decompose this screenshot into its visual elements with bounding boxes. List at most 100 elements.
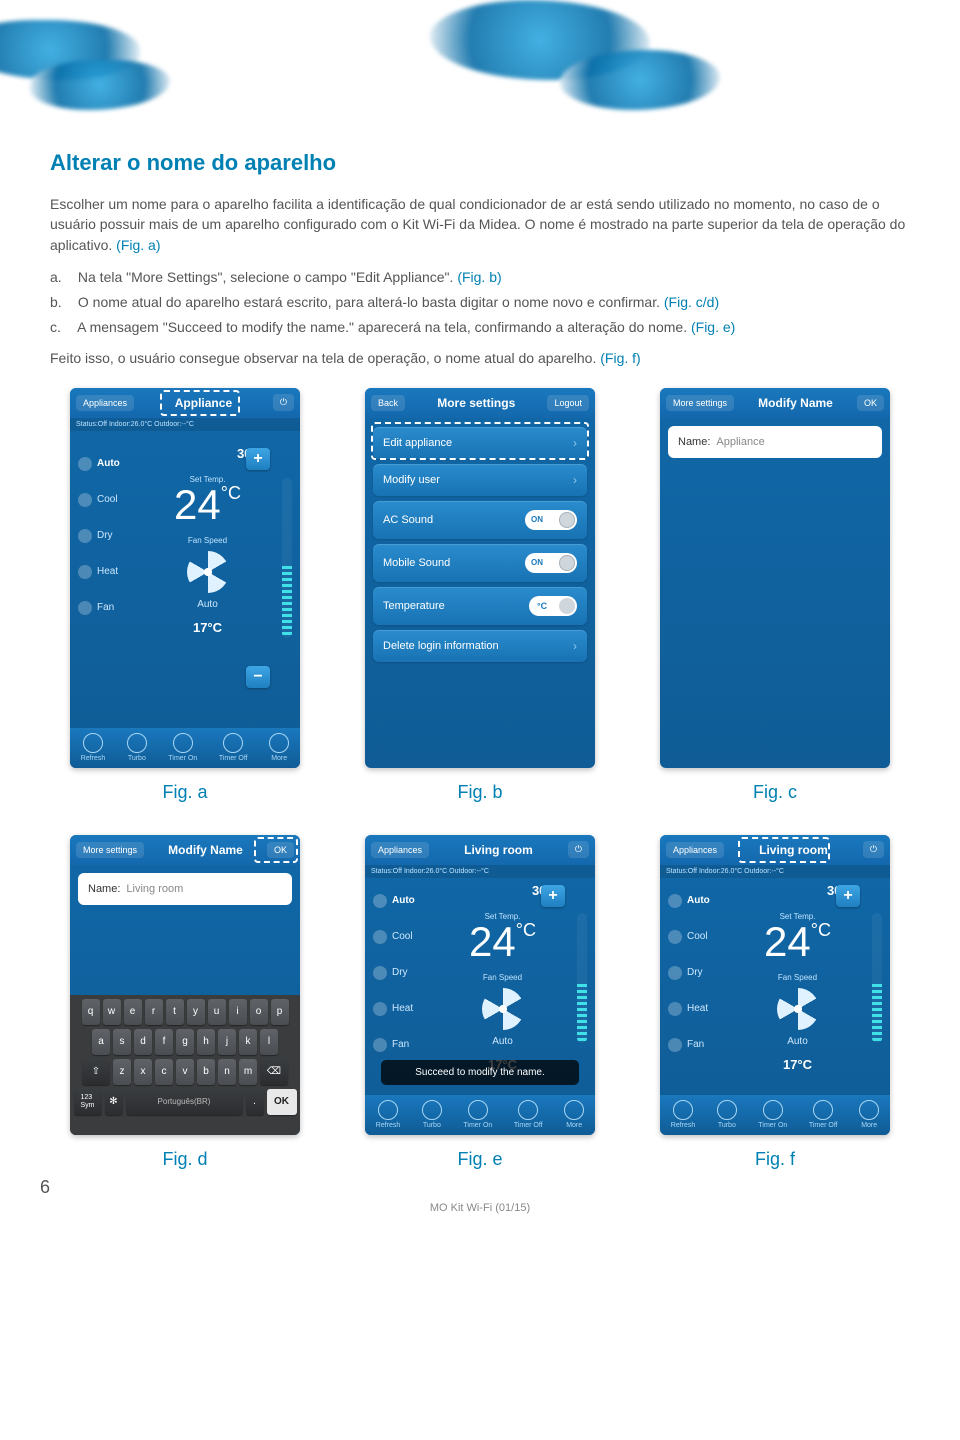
mode-cool[interactable]: Cool xyxy=(371,919,426,955)
back-more-settings-button[interactable]: More settings xyxy=(76,842,144,858)
temperature-item[interactable]: Temperature °C xyxy=(373,587,587,625)
key-j[interactable]: j xyxy=(218,1029,236,1055)
key-space[interactable]: Português(BR) xyxy=(126,1089,243,1115)
key-s[interactable]: s xyxy=(113,1029,131,1055)
timer-off-button[interactable]: Timer Off xyxy=(514,1100,543,1129)
name-input[interactable] xyxy=(716,436,872,448)
mode-heat[interactable]: Heat xyxy=(666,991,721,1027)
temp-up-button[interactable]: + xyxy=(246,448,270,470)
logout-button[interactable]: Logout xyxy=(547,395,589,411)
mode-dry[interactable]: Dry xyxy=(371,955,426,991)
key-h[interactable]: h xyxy=(197,1029,215,1055)
refresh-button[interactable]: Refresh xyxy=(671,1100,696,1129)
mode-dry[interactable]: Dry xyxy=(76,518,131,554)
temp-up-button[interactable]: + xyxy=(541,885,565,907)
mode-fan[interactable]: Fan xyxy=(666,1027,721,1063)
mode-auto[interactable]: Auto xyxy=(666,883,721,919)
edit-appliance-item[interactable]: Edit appliance › xyxy=(373,427,587,459)
more-button[interactable]: More xyxy=(859,1100,879,1129)
mode-auto[interactable]: Auto xyxy=(76,446,131,482)
key-u[interactable]: u xyxy=(208,999,226,1025)
key-g[interactable]: g xyxy=(176,1029,194,1055)
ok-button[interactable]: OK xyxy=(857,395,884,411)
key-p[interactable]: p xyxy=(271,999,289,1025)
ac-sound-toggle[interactable]: ON xyxy=(525,510,577,530)
temp-slider[interactable] xyxy=(872,913,882,1043)
mobile-sound-toggle[interactable]: ON xyxy=(525,553,577,573)
key-c[interactable]: c xyxy=(155,1059,173,1085)
temp-slider[interactable] xyxy=(282,478,292,638)
back-button[interactable]: Back xyxy=(371,395,405,411)
timer-off-button[interactable]: Timer Off xyxy=(809,1100,838,1129)
power-icon[interactable]: ⏻ xyxy=(863,841,884,858)
key-q[interactable]: q xyxy=(82,999,100,1025)
key-sym[interactable]: 123 Sym xyxy=(74,1089,102,1115)
mode-heat[interactable]: Heat xyxy=(76,554,131,590)
key-a[interactable]: a xyxy=(92,1029,110,1055)
ok-button[interactable]: OK xyxy=(267,842,294,858)
back-more-settings-button[interactable]: More settings xyxy=(666,395,734,411)
refresh-button[interactable]: Refresh xyxy=(81,733,106,762)
timer-on-button[interactable]: Timer On xyxy=(463,1100,492,1129)
key-e[interactable]: e xyxy=(124,999,142,1025)
key-v[interactable]: v xyxy=(176,1059,194,1085)
key-d[interactable]: d xyxy=(134,1029,152,1055)
mode-cool[interactable]: Cool xyxy=(666,919,721,955)
temp-down-button[interactable]: − xyxy=(246,666,270,688)
temp-up-button[interactable]: + xyxy=(836,885,860,907)
power-icon[interactable]: ⏻ xyxy=(273,394,294,411)
key-f[interactable]: f xyxy=(155,1029,173,1055)
key-i[interactable]: i xyxy=(229,999,247,1025)
fan-icon[interactable] xyxy=(187,551,229,593)
mode-dry[interactable]: Dry xyxy=(666,955,721,991)
turbo-button[interactable]: Turbo xyxy=(422,1100,442,1129)
temp-unit-toggle[interactable]: °C xyxy=(529,596,577,616)
key-o[interactable]: o xyxy=(250,999,268,1025)
key-backspace[interactable]: ⌫ xyxy=(260,1059,288,1085)
key-ok[interactable]: OK xyxy=(267,1089,297,1115)
refresh-button[interactable]: Refresh xyxy=(376,1100,401,1129)
fan-icon[interactable] xyxy=(482,988,524,1030)
key-l[interactable]: l xyxy=(260,1029,278,1055)
temp-number: 24 xyxy=(764,918,811,965)
turbo-button[interactable]: Turbo xyxy=(127,733,147,762)
key-settings[interactable]: ✻ xyxy=(105,1089,123,1115)
more-button[interactable]: More xyxy=(269,733,289,762)
key-m[interactable]: m xyxy=(239,1059,257,1085)
key-n[interactable]: n xyxy=(218,1059,236,1085)
temp-slider[interactable] xyxy=(577,913,587,1043)
appliances-button[interactable]: Appliances xyxy=(666,842,724,858)
timer-on-button[interactable]: Timer On xyxy=(168,733,197,762)
mode-fan[interactable]: Fan xyxy=(76,590,131,626)
name-field[interactable]: Name: xyxy=(78,873,292,905)
key-w[interactable]: w xyxy=(103,999,121,1025)
key-r[interactable]: r xyxy=(145,999,163,1025)
fan-icon[interactable] xyxy=(777,988,819,1030)
modify-user-item[interactable]: Modify user › xyxy=(373,464,587,496)
mode-cool[interactable]: Cool xyxy=(76,482,131,518)
ac-sound-item[interactable]: AC Sound ON xyxy=(373,501,587,539)
turbo-button[interactable]: Turbo xyxy=(717,1100,737,1129)
more-button[interactable]: More xyxy=(564,1100,584,1129)
key-k[interactable]: k xyxy=(239,1029,257,1055)
timer-off-button[interactable]: Timer Off xyxy=(219,733,248,762)
delete-login-item[interactable]: Delete login information › xyxy=(373,630,587,662)
mode-fan[interactable]: Fan xyxy=(371,1027,426,1063)
mobile-sound-item[interactable]: Mobile Sound ON xyxy=(373,544,587,582)
min-temp: 17°C xyxy=(145,620,270,635)
name-field[interactable]: Name: xyxy=(668,426,882,458)
key-x[interactable]: x xyxy=(134,1059,152,1085)
power-icon[interactable]: ⏻ xyxy=(568,841,589,858)
key-b[interactable]: b xyxy=(197,1059,215,1085)
key-z[interactable]: z xyxy=(113,1059,131,1085)
key-shift[interactable]: ⇧ xyxy=(82,1059,110,1085)
name-input[interactable] xyxy=(126,883,282,895)
key-dot[interactable]: . xyxy=(246,1089,264,1115)
appliances-button[interactable]: Appliances xyxy=(76,395,134,411)
mode-heat[interactable]: Heat xyxy=(371,991,426,1027)
key-y[interactable]: y xyxy=(187,999,205,1025)
mode-auto[interactable]: Auto xyxy=(371,883,426,919)
key-t[interactable]: t xyxy=(166,999,184,1025)
timer-on-button[interactable]: Timer On xyxy=(758,1100,787,1129)
appliances-button[interactable]: Appliances xyxy=(371,842,429,858)
